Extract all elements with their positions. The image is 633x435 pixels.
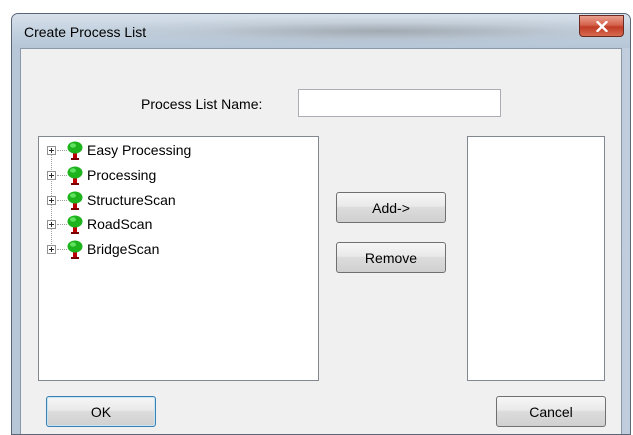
window-title: Create Process List (24, 24, 147, 40)
add-button[interactable]: Add-> (336, 192, 446, 223)
close-icon (595, 20, 608, 32)
tree-item-structurescan[interactable]: StructureScan (39, 191, 299, 211)
tree-item-bridgescan[interactable]: BridgeScan (39, 240, 299, 260)
process-list-name-input[interactable] (298, 89, 501, 117)
dialog-window: Create Process List Process List Name: E… (11, 13, 631, 435)
tree-item-label: BridgeScan (87, 241, 160, 257)
tree-item-label: RoadScan (87, 216, 153, 232)
tree-item-label: StructureScan (87, 192, 176, 208)
tree-icon (67, 191, 83, 210)
expand-icon[interactable] (47, 171, 56, 180)
tree-icon (67, 240, 83, 259)
remove-button[interactable]: Remove (336, 242, 446, 273)
dialog-client-area: Process List Name: Easy Processing Proce… (20, 48, 622, 434)
tree-icon (67, 215, 83, 234)
ok-button[interactable]: OK (46, 396, 156, 427)
expand-icon[interactable] (47, 220, 56, 229)
tree-item-easy-processing[interactable]: Easy Processing (39, 141, 299, 161)
tree-item-label: Easy Processing (87, 142, 192, 158)
title-bar[interactable]: Create Process List (12, 14, 630, 48)
tree-icon (67, 166, 83, 185)
tree-item-processing[interactable]: Processing (39, 166, 299, 186)
tree-item-label: Processing (87, 167, 157, 183)
tree-icon (67, 141, 83, 160)
expand-icon[interactable] (47, 245, 56, 254)
cancel-button[interactable]: Cancel (496, 396, 606, 427)
expand-icon[interactable] (47, 196, 56, 205)
process-tree[interactable]: Easy Processing Processing StructureScan… (38, 136, 319, 381)
process-list-name-label: Process List Name: (141, 96, 263, 112)
close-button[interactable] (579, 15, 624, 37)
tree-item-roadscan[interactable]: RoadScan (39, 215, 299, 235)
expand-icon[interactable] (47, 146, 56, 155)
selected-process-list[interactable] (467, 136, 605, 381)
